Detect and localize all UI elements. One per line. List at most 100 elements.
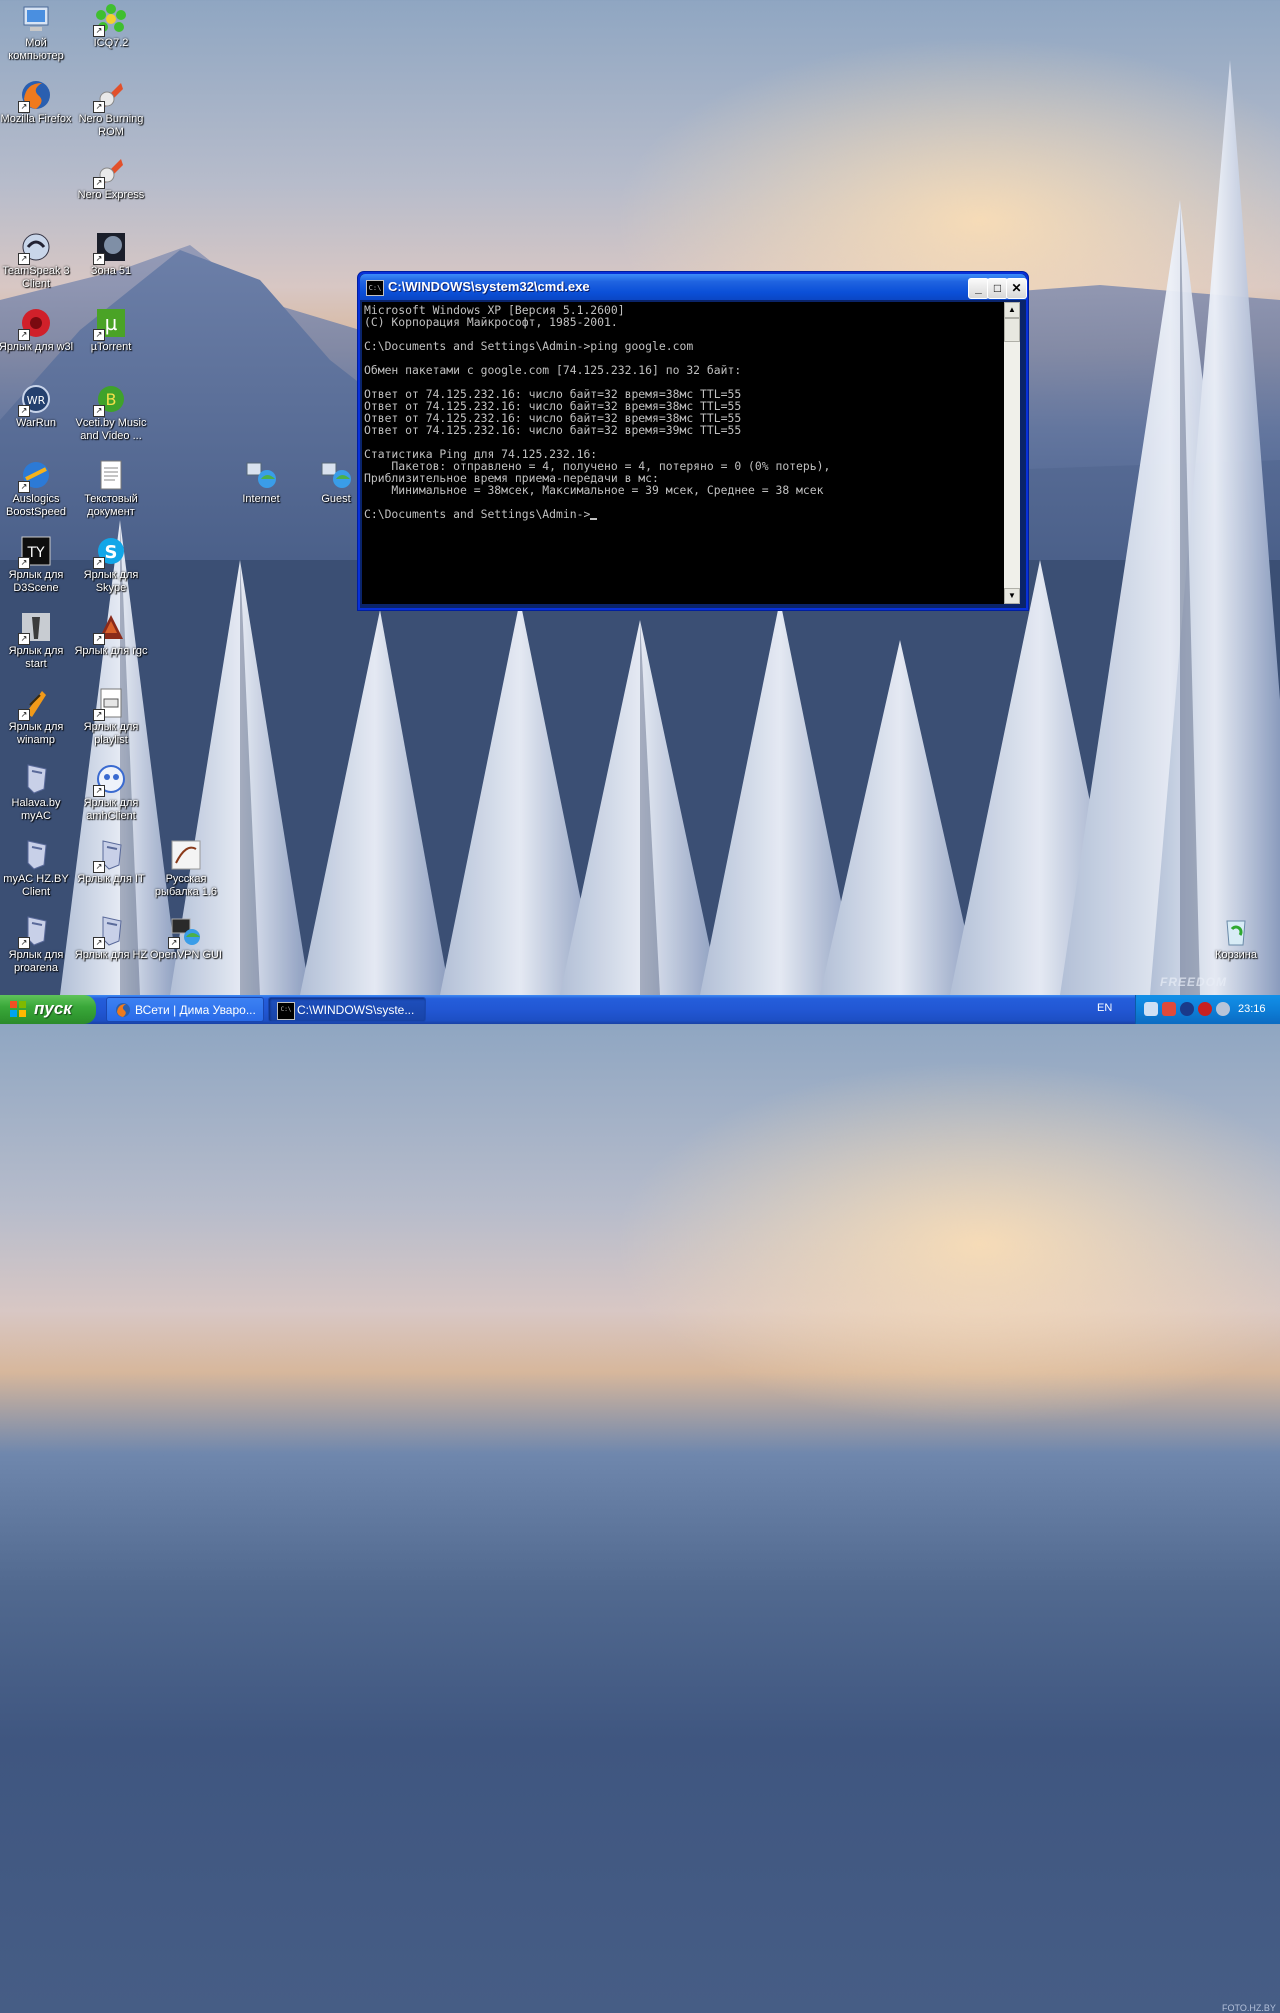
icon-label: Internet — [242, 493, 280, 505]
desktop-icon-nero-express[interactable]: ↗ Nero Express — [73, 155, 149, 202]
desktop-icon-playlist[interactable]: ↗ Ярлык для playlist — [73, 687, 149, 747]
security-tray-icon[interactable] — [1162, 1002, 1176, 1016]
desktop-icon-it[interactable]: ↗ Ярлык для IT — [73, 839, 149, 886]
desktop-icon-warrun[interactable]: WR ↗ WarRun — [0, 383, 74, 430]
language-indicator[interactable]: EN — [1097, 1002, 1112, 1014]
desktop-icon-amhclient[interactable]: ↗ Ярлык для amhClient — [73, 763, 149, 823]
network-internet-icon — [245, 459, 277, 491]
wallpaper-watermark: FREEDOM — [1160, 975, 1227, 989]
text-document-icon — [95, 459, 127, 491]
scroll-up-arrow-icon[interactable]: ▲ — [1004, 302, 1020, 318]
vertical-scrollbar[interactable]: ▲ ▼ — [1004, 302, 1020, 604]
desktop-icon-internet[interactable]: Internet — [223, 459, 299, 506]
close-button[interactable]: ✕ — [1006, 278, 1027, 299]
fishing-icon — [170, 839, 202, 871]
nero-express-icon: ↗ — [93, 155, 127, 189]
icon-label: Зона 51 — [90, 265, 132, 277]
desktop-icon-utorrent[interactable]: µ ↗ µTorrent — [73, 307, 149, 354]
minimize-button[interactable]: _ — [968, 278, 989, 299]
desktop-icon-skype[interactable]: S ↗ Ярлык для Skype — [73, 535, 149, 595]
desktop-icon-zona51[interactable]: ↗ Зона 51 — [73, 231, 149, 278]
console-line: C:\Documents and Settings\Admin->ping go… — [364, 339, 694, 353]
desktop-icon-icq[interactable]: ↗ ICQ7.2 — [73, 3, 149, 50]
icon-label: OpenVPN GUI — [149, 949, 223, 961]
playlist-icon: ↗ — [93, 687, 127, 721]
update-tray-icon[interactable] — [1180, 1002, 1194, 1016]
desktop-icon-proarena[interactable]: ↗ Ярлык для proarena — [0, 915, 74, 975]
desktop-icon-russian-fishing[interactable]: Русская рыбалка 1.6 — [148, 839, 224, 899]
maximize-button[interactable]: □ — [987, 278, 1008, 299]
scrollbar-thumb[interactable] — [1004, 318, 1020, 342]
nero-icon: ↗ — [93, 79, 127, 113]
icon-label: Mozilla Firefox — [0, 113, 72, 125]
icon-label: Корзина — [1215, 949, 1257, 961]
taskbar: пуск ВСети | Дима Уваро... C:\ C:\WINDOW… — [0, 995, 1280, 2013]
clock[interactable]: 23:16 — [1238, 1003, 1266, 1015]
icon-label: Ярлык для winamp — [8, 721, 64, 746]
desktop-icon-vceti[interactable]: B ↗ Vceti.by Music and Video ... — [73, 383, 149, 443]
desktop-icon-firefox[interactable]: ↗ Mozilla Firefox — [0, 79, 74, 126]
icon-label: Ярлык для Skype — [83, 569, 139, 594]
desktop-icon-openvpn[interactable]: ↗ OpenVPN GUI — [148, 915, 224, 962]
scroll-down-arrow-icon[interactable]: ▼ — [1004, 588, 1020, 604]
desktop-icon-d3scene[interactable]: TY ↗ Ярлык для D3Scene — [0, 535, 74, 595]
icon-label: Ярлык для D3Scene — [8, 569, 64, 594]
rgc-icon: ↗ — [93, 611, 127, 645]
desktop-icon-text-document[interactable]: Текстовый документ — [73, 459, 149, 519]
icon-label: Nero Express — [77, 189, 145, 201]
auslogics-icon: ↗ — [18, 459, 52, 493]
desktop-icon-my-computer[interactable]: Мой компьютер — [0, 3, 74, 63]
desktop-icon-myac-hz-client[interactable]: myAC HZ.BY Client — [0, 839, 74, 899]
console-line: (С) Корпорация Майкрософт, 1985-2001. — [364, 315, 618, 329]
taskbar-button-browser[interactable]: ВСети | Дима Уваро... — [106, 997, 264, 1022]
desktop-icon-hz[interactable]: ↗ Ярлык для HZ — [73, 915, 149, 962]
cmd-icon: C:\ — [277, 1002, 295, 1020]
svg-text:B: B — [106, 390, 117, 409]
openvpn-icon: ↗ — [168, 915, 202, 949]
desktop-icon-teamspeak[interactable]: ↗ TeamSpeak 3 Client — [0, 231, 74, 291]
start-button[interactable]: пуск — [0, 995, 96, 1024]
taskbar-button-label: ВСети | Дима Уваро... — [135, 1003, 256, 1017]
console-prompt-line[interactable]: C:\Documents and Settings\Admin-> — [364, 508, 1004, 520]
icon-label: Auslogics BoostSpeed — [6, 493, 66, 518]
desktop-icon-start[interactable]: ↗ Ярлык для start — [0, 611, 74, 671]
windows-flag-icon — [10, 1001, 26, 1017]
my-computer-icon — [20, 3, 52, 35]
amhclient-icon: ↗ — [93, 763, 127, 797]
console-output[interactable]: Microsoft Windows XP [Версия 5.1.2600] (С… — [362, 302, 1004, 604]
icon-label: Ярлык для amhClient — [83, 797, 139, 822]
icon-label: µTorrent — [90, 341, 132, 353]
zona51-icon: ↗ — [93, 231, 127, 265]
taskbar-button-cmd[interactable]: C:\ C:\WINDOWS\syste... — [268, 997, 426, 1022]
icon-label: Ярлык для w3l — [0, 341, 74, 353]
desktop-icon-halava-myac[interactable]: Halava.by myAC — [0, 763, 74, 823]
desktop-icon-nero[interactable]: ↗ Nero Burning ROM — [73, 79, 149, 139]
desktop-icon-rgc[interactable]: ↗ Ярлык для rgc — [73, 611, 149, 658]
text-cursor — [590, 518, 598, 520]
icq-icon: ↗ — [93, 3, 127, 37]
console-line: Обмен пакетами с google.com [74.125.232.… — [364, 363, 742, 377]
icon-label: Ярлык для HZ — [74, 949, 148, 961]
network-guest-icon — [320, 459, 352, 491]
icon-label: Vceti.by Music and Video ... — [75, 417, 147, 442]
console-window[interactable]: C:\ C:\WINDOWS\system32\cmd.exe _ □ ✕ Mi… — [358, 272, 1028, 610]
myac-shield-icon — [20, 763, 52, 795]
cmd-icon: C:\ — [366, 280, 384, 296]
icon-label: Ярлык для start — [8, 645, 64, 670]
winamp-icon: ↗ — [18, 687, 52, 721]
desktop-icon-w3l[interactable]: ↗ Ярлык для w3l — [0, 307, 74, 354]
counter-strike-icon: ↗ — [18, 611, 52, 645]
window-titlebar[interactable]: C:\ C:\WINDOWS\system32\cmd.exe _ □ ✕ — [360, 274, 1027, 300]
site-watermark: FOTO.HZ.BY — [1222, 2003, 1276, 2013]
network-tray-icon[interactable] — [1144, 1002, 1158, 1016]
vceti-icon: B ↗ — [93, 383, 127, 417]
volume-tray-icon[interactable] — [1216, 1002, 1230, 1016]
desktop-icon-auslogics[interactable]: ↗ Auslogics BoostSpeed — [0, 459, 74, 519]
svg-text:µ: µ — [105, 311, 118, 335]
desktop-icon-winamp[interactable]: ↗ Ярлык для winamp — [0, 687, 74, 747]
icon-label: myAC HZ.BY Client — [3, 873, 69, 898]
antivirus-tray-icon[interactable] — [1198, 1002, 1212, 1016]
icon-label: Мой компьютер — [8, 37, 64, 62]
desktop-icon-recycle-bin[interactable]: Корзина — [1198, 915, 1274, 962]
icon-label: Ярлык для playlist — [83, 721, 139, 746]
